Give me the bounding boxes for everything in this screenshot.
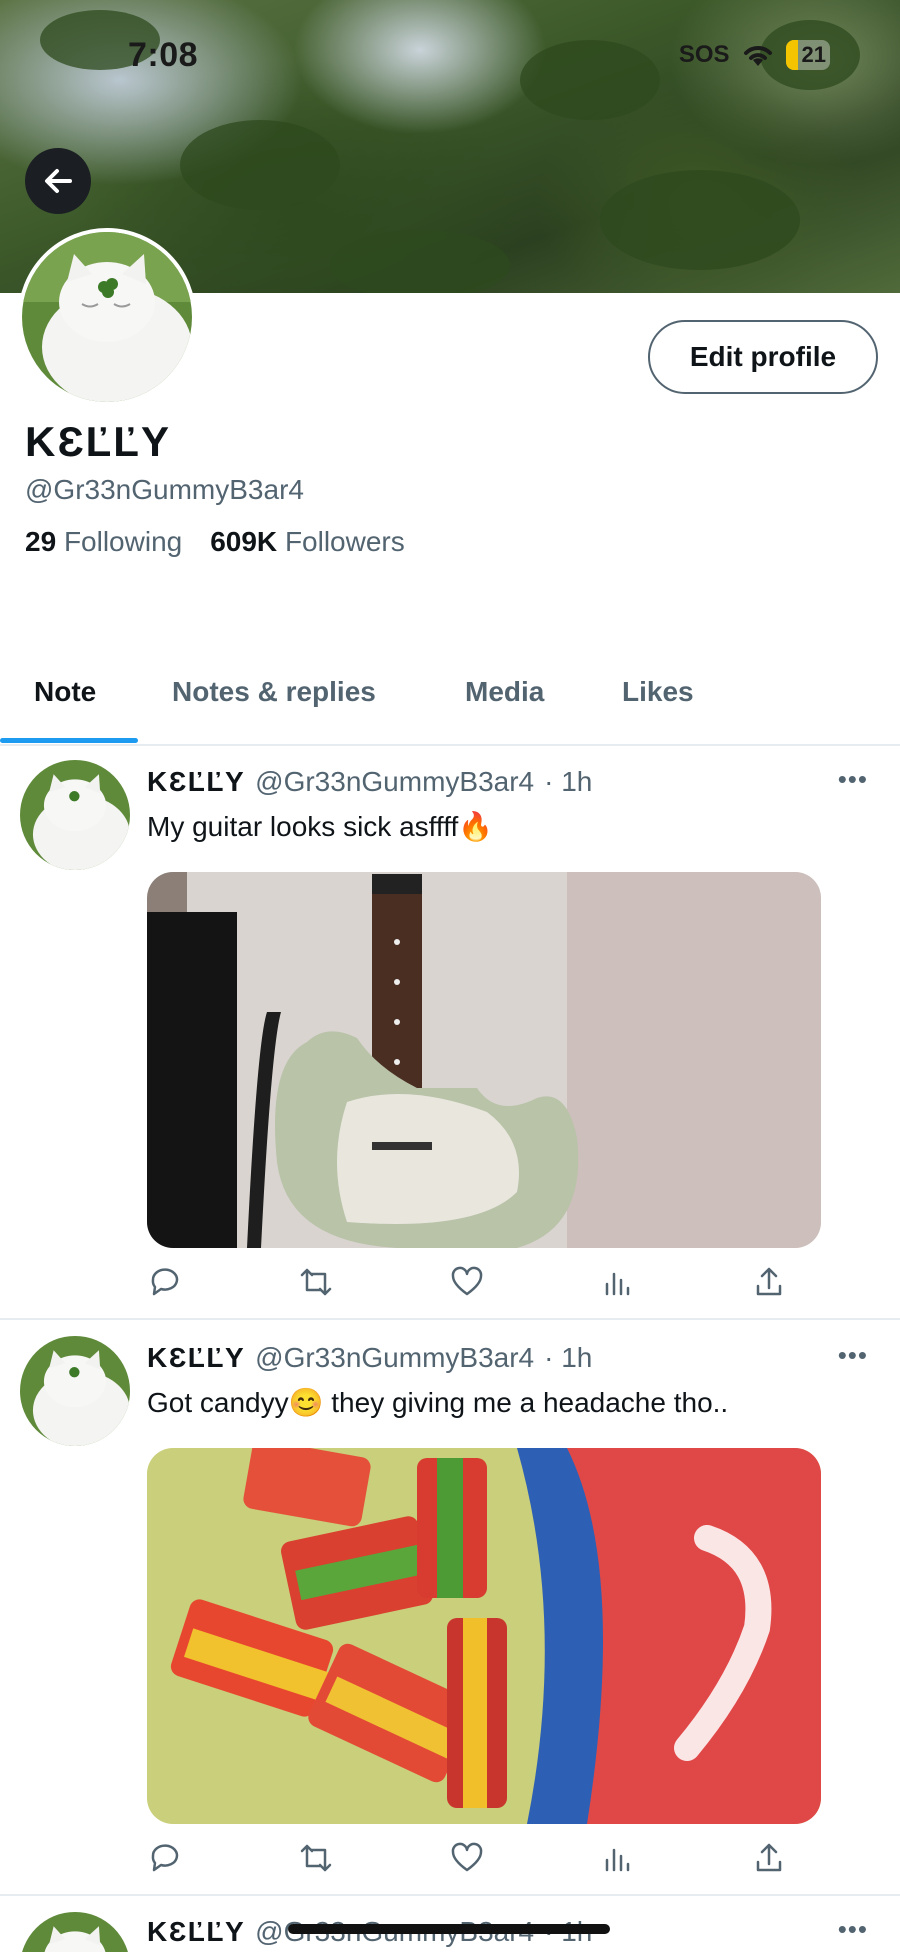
post-header: KƐĽĽY @Gr33nGummyB3ar4 · 1h	[147, 766, 592, 798]
profile-handle: @Gr33nGummyB3ar4	[25, 474, 304, 505]
tab-notes-replies[interactable]: Notes & replies	[172, 676, 376, 708]
home-indicator[interactable]	[288, 1924, 610, 1934]
battery-icon: 21	[785, 40, 830, 70]
active-tab-indicator	[0, 738, 138, 743]
edit-profile-button[interactable]: Edit profile	[648, 320, 878, 394]
tabs-divider	[0, 744, 900, 746]
more-icon[interactable]: •••	[838, 1914, 868, 1945]
profile-avatar[interactable]	[18, 228, 196, 406]
cat-avatar-image	[20, 1336, 130, 1446]
cat-avatar-image	[20, 1912, 130, 1952]
post-author-name[interactable]: KƐĽĽY	[147, 766, 245, 798]
views-icon[interactable]	[600, 1264, 636, 1300]
followers-stat[interactable]: 609K Followers	[210, 526, 405, 558]
profile-stats: 29 Following 609K Followers	[25, 526, 405, 558]
heart-icon[interactable]	[449, 1264, 485, 1300]
share-icon[interactable]	[751, 1264, 787, 1300]
post-text: Got candyy😊 they giving me a headache th…	[147, 1387, 729, 1418]
post-author-handle[interactable]: @Gr33nGummyB3ar4	[255, 1342, 534, 1374]
post-media-guitar[interactable]	[147, 872, 821, 1248]
repost-icon[interactable]	[298, 1840, 334, 1876]
heart-icon[interactable]	[449, 1840, 485, 1876]
post-author-handle[interactable]: @Gr33nGummyB3ar4	[255, 766, 534, 798]
back-button[interactable]	[25, 148, 91, 214]
sos-indicator: SOS	[678, 41, 730, 68]
tab-likes[interactable]: Likes	[622, 676, 694, 708]
post-divider	[0, 1894, 900, 1896]
candy-photo	[147, 1448, 821, 1824]
profile-display-name: KƐĽĽY	[25, 418, 171, 465]
post-author-name[interactable]: KƐĽĽY	[147, 1916, 245, 1948]
profile-tabs: Note Notes & replies Media Likes	[0, 660, 900, 744]
post-actions	[147, 1840, 787, 1876]
reply-icon[interactable]	[147, 1264, 183, 1300]
post-divider	[0, 1318, 900, 1320]
post-text: My guitar looks sick asffff🔥	[147, 811, 494, 842]
post-avatar[interactable]	[20, 1336, 130, 1446]
more-icon[interactable]: •••	[838, 1340, 868, 1371]
following-count: 29	[25, 526, 57, 557]
post-item[interactable]: KƐĽĽY @Gr33nGummyB3ar4 · 1h ••• My guita…	[0, 760, 900, 1320]
battery-level: 21	[801, 42, 826, 67]
post-actions	[147, 1264, 787, 1300]
guitar-photo	[147, 872, 821, 1248]
cat-avatar-image	[20, 760, 130, 870]
post-item[interactable]: KƐĽĽY @Gr33nGummyB3ar4 · 1h ••• Got cand…	[0, 1336, 900, 1896]
repost-icon[interactable]	[298, 1264, 334, 1300]
tab-note[interactable]: Note	[34, 676, 96, 708]
post-header: KƐĽĽY @Gr33nGummyB3ar4 · 1h	[147, 1342, 592, 1374]
post-avatar[interactable]	[20, 1912, 130, 1952]
post-media-candy[interactable]	[147, 1448, 821, 1824]
wifi-icon	[743, 46, 772, 66]
followers-label: Followers	[284, 526, 405, 557]
post-avatar[interactable]	[20, 760, 130, 870]
post-time: · 1h	[544, 1342, 593, 1373]
more-icon[interactable]: •••	[838, 764, 868, 795]
status-time: 7:08	[128, 36, 199, 74]
following-stat[interactable]: 29 Following	[25, 526, 182, 558]
post-time: · 1h	[544, 766, 593, 797]
post-author-name[interactable]: KƐĽĽY	[147, 1342, 245, 1374]
followers-count: 609K	[210, 526, 278, 557]
arrow-left-icon	[45, 169, 72, 193]
cat-avatar-image	[22, 232, 192, 402]
share-icon[interactable]	[751, 1840, 787, 1876]
tab-media[interactable]: Media	[465, 676, 544, 708]
following-label: Following	[63, 526, 183, 557]
views-icon[interactable]	[600, 1840, 636, 1876]
reply-icon[interactable]	[147, 1840, 183, 1876]
status-indicators: SOS 21	[679, 40, 830, 70]
